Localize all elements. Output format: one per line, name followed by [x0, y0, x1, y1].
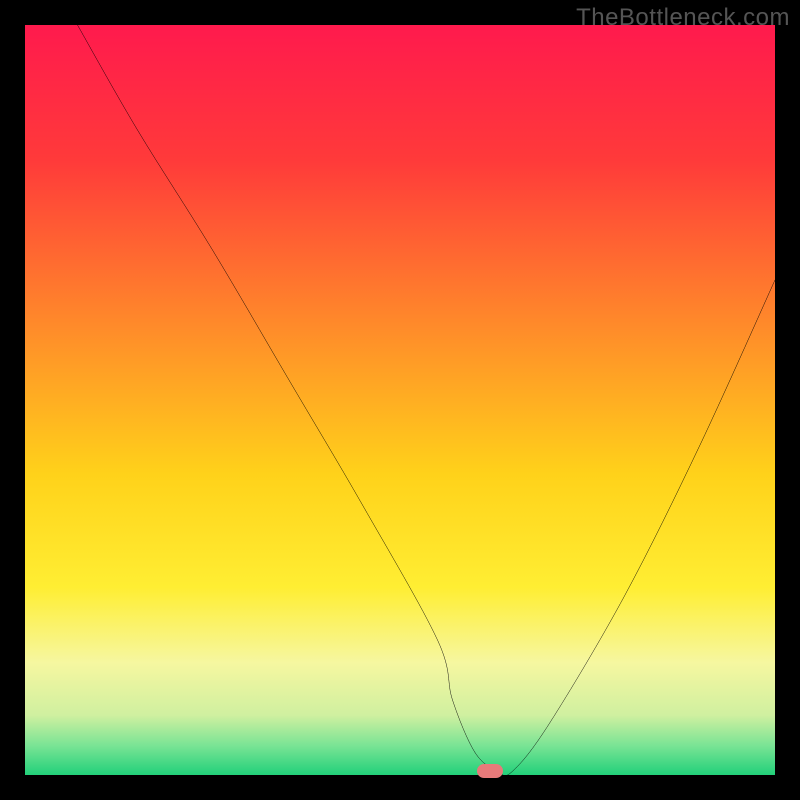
chart-frame: TheBottleneck.com [0, 0, 800, 800]
bottleneck-curve [25, 25, 775, 775]
plot-area [25, 25, 775, 775]
optimal-marker [477, 764, 503, 778]
watermark-text: TheBottleneck.com [576, 4, 790, 32]
